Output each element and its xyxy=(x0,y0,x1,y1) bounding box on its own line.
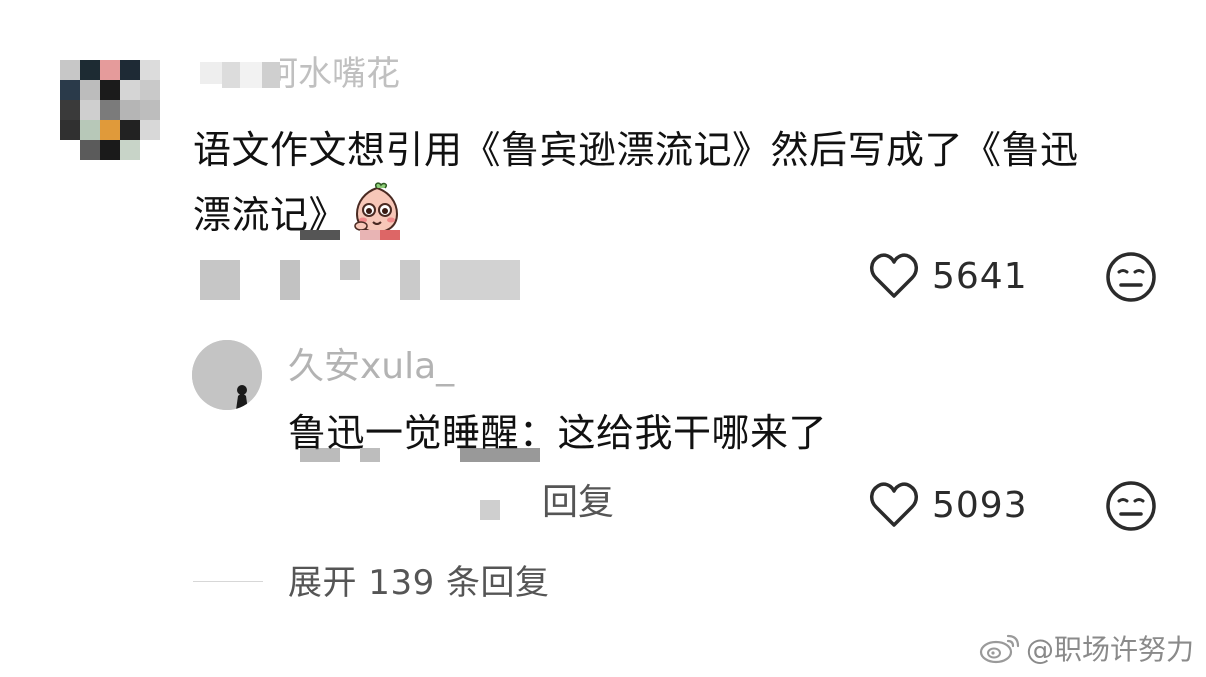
time-mosaic xyxy=(380,230,400,240)
comment-text: 语文作文想引用《鲁宾逊漂流记》然后写成了《鲁迅 漂流记》 xyxy=(193,118,1153,247)
reply-avatar[interactable] xyxy=(192,340,262,410)
username-mosaic xyxy=(262,62,280,88)
heart-outline-icon xyxy=(870,482,918,527)
meta-mosaic xyxy=(200,260,240,300)
meta-mosaic xyxy=(280,260,300,300)
peach-face-emoji-icon xyxy=(354,182,399,234)
reply-avatar-image xyxy=(192,340,262,410)
comment-avatar[interactable] xyxy=(60,60,160,160)
meta-mosaic xyxy=(440,260,520,300)
expand-divider xyxy=(193,581,263,582)
reply-like-button[interactable]: 5093 xyxy=(868,481,1028,529)
reply-meta-mosaic xyxy=(300,448,340,462)
comment-text-line-1: 语文作文想引用《鲁宾逊漂流记》然后写成了《鲁迅 xyxy=(193,128,1079,172)
username-mosaic xyxy=(240,62,262,88)
heart-outline-icon xyxy=(870,253,918,298)
time-mosaic xyxy=(300,230,340,240)
username-mosaic xyxy=(222,62,240,88)
username-mosaic xyxy=(200,62,222,84)
reply-meta-mosaic xyxy=(460,448,540,462)
watermark: @职场许努力 xyxy=(978,628,1194,668)
meh-face-icon[interactable] xyxy=(1104,250,1158,304)
reply-like-count: 5093 xyxy=(932,484,1028,526)
weibo-logo-icon xyxy=(979,634,1020,664)
reply-button[interactable]: 回复 xyxy=(542,480,614,526)
meh-face-icon[interactable] xyxy=(1104,479,1158,533)
expand-replies-button[interactable]: 展开 139 条回复 xyxy=(288,560,550,606)
watermark-text: @职场许努力 xyxy=(1025,633,1194,666)
meta-mosaic xyxy=(340,260,360,280)
reply-meta-mosaic xyxy=(360,448,380,462)
meta-mosaic xyxy=(400,260,420,300)
comment-like-count: 5641 xyxy=(932,255,1028,297)
reply-meta-mosaic xyxy=(480,500,500,520)
comment-like-button[interactable]: 5641 xyxy=(868,252,1028,300)
reply-username[interactable]: 久安xula_ xyxy=(288,344,454,390)
comment-username[interactable]: 嗨呵呵水嘴花 xyxy=(280,52,400,96)
